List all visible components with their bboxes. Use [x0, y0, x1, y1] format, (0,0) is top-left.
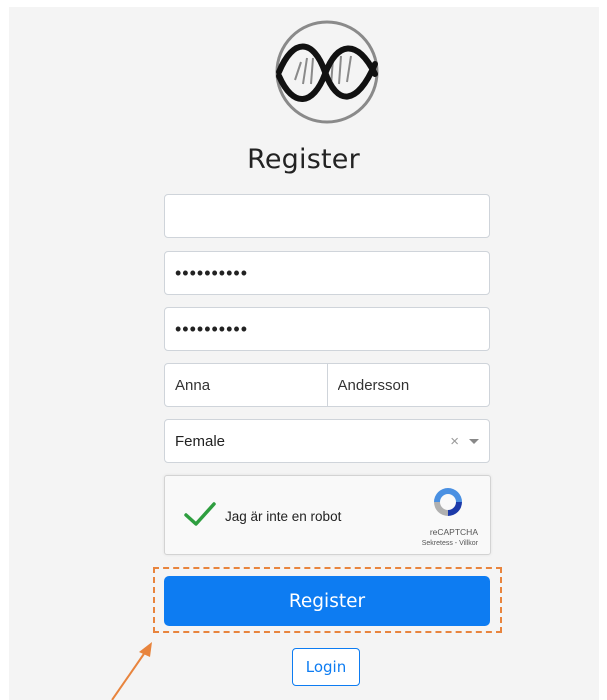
- email-field[interactable]: [164, 194, 490, 238]
- checkmark-icon[interactable]: [183, 500, 217, 528]
- first-name-input[interactable]: [165, 364, 327, 406]
- clear-icon[interactable]: ×: [450, 433, 459, 450]
- login-button[interactable]: Login: [292, 648, 360, 686]
- name-row: [164, 363, 490, 407]
- email-input[interactable]: [165, 195, 489, 237]
- recaptcha-logo-icon: [434, 488, 462, 516]
- last-name-input[interactable]: [327, 364, 489, 406]
- first-name-field[interactable]: [165, 364, 327, 406]
- register-button[interactable]: Register: [164, 576, 490, 626]
- password-field[interactable]: [164, 251, 490, 295]
- recaptcha-links[interactable]: Sekretess - Villkor: [422, 540, 478, 547]
- gender-selected-value: Female: [175, 432, 226, 450]
- recaptcha-widget: Jag är inte en robot reCAPTCHA Sekretess…: [164, 475, 491, 555]
- confirm-password-field[interactable]: [164, 307, 490, 351]
- gender-select[interactable]: Female ×: [164, 419, 490, 463]
- password-input[interactable]: [165, 252, 489, 294]
- confirm-password-input[interactable]: [165, 308, 489, 350]
- dna-helix-logo-icon: [275, 20, 379, 124]
- page-title: Register: [247, 144, 360, 175]
- recaptcha-brand: reCAPTCHA: [429, 527, 478, 537]
- chevron-down-icon[interactable]: [469, 438, 479, 444]
- last-name-field[interactable]: [326, 364, 489, 406]
- captcha-label: Jag är inte en robot: [225, 509, 342, 524]
